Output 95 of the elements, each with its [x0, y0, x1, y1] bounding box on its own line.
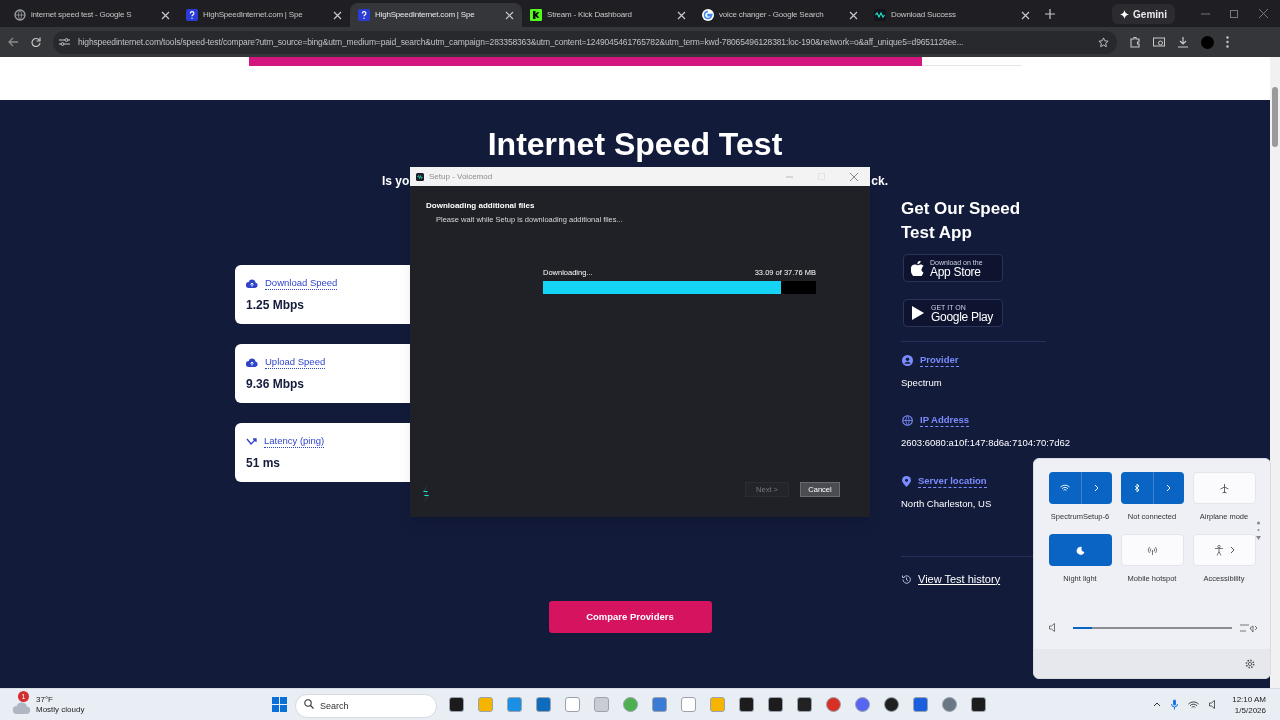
metric-label[interactable]: Download Speed: [265, 277, 338, 290]
subtitle-fragment: Is yo: [382, 173, 410, 190]
badge-store-name: Google Play: [931, 310, 994, 323]
scrollbar[interactable]: [1270, 57, 1280, 688]
wifi-icon: [1059, 484, 1070, 492]
hotspot-icon: [1146, 545, 1158, 555]
location-pin-icon: [902, 475, 911, 487]
cloud-upload-icon: [246, 358, 258, 367]
badge-store-name: App Store: [930, 265, 981, 278]
apple-logo-icon: [911, 260, 924, 276]
metric-value: 51 ms: [246, 455, 282, 472]
ring-logo-icon: [702, 9, 714, 21]
compare-providers-button[interactable]: Compare Providers: [548, 601, 712, 634]
question-icon: [358, 9, 370, 21]
menu-icon[interactable]: [1226, 36, 1229, 48]
site-settings-icon[interactable]: [59, 37, 70, 47]
bluetooth-icon: [1133, 483, 1140, 493]
square-app-icon[interactable]: [797, 697, 812, 712]
reload-icon[interactable]: [31, 37, 41, 47]
app-icon: [416, 172, 424, 181]
app-heading: Get Our Speed Test App: [901, 198, 1022, 244]
detail-value: North Charleston, US: [901, 496, 993, 511]
wifi-icon[interactable]: [1188, 700, 1200, 709]
url-text: highspeedinternet.com/tools/speed-test/compare?utm_source=bing&utm_medium=paid_search&utm_campaign=283358363&utm_content=1249045461765782&utm_term=kwd-78065496128381:loc-190&network=o&aff_unique5=d9651126ee...: [78, 35, 965, 49]
globe-icon: [902, 415, 913, 427]
quick-settings-tile[interactable]: [1120, 472, 1184, 504]
browser-tab[interactable]: internet speed test - Google S: [6, 3, 178, 27]
zigzag-arrow-icon: [246, 437, 257, 446]
sparkle-icon: [1120, 9, 1130, 19]
airplane-icon: [1218, 482, 1230, 494]
quick-settings-tile[interactable]: [1048, 472, 1112, 504]
logo-icon: [530, 9, 542, 21]
quick-settings-tile[interactable]: [1048, 534, 1112, 567]
new-tab-icon[interactable]: [1045, 9, 1055, 19]
taskbar-search-field[interactable]: Search: [295, 693, 437, 718]
star-icon[interactable]: [1098, 36, 1109, 48]
wave-icon: [874, 9, 886, 21]
browser-tab[interactable]: Download Success: [866, 3, 1038, 27]
chevron-right-icon[interactable]: [1229, 546, 1235, 555]
quick-settings-tile[interactable]: [1192, 534, 1256, 567]
user-icon: [902, 355, 913, 366]
detail-label: Server location: [918, 474, 987, 488]
subtitle-fragment: ck.: [871, 173, 889, 190]
browser-tab[interactable]: voice changer - Google Search: [694, 3, 866, 27]
dialog-heading: Downloading additional files: [426, 200, 536, 212]
chevron-up-icon[interactable]: [1153, 702, 1162, 707]
quick-settings-tile[interactable]: [1120, 534, 1184, 567]
windows-start-icon[interactable]: [272, 697, 287, 712]
metric-value: 1.25 Mbps: [246, 297, 306, 314]
audio-output-icon[interactable]: [1240, 622, 1258, 633]
volume-slider[interactable]: [1073, 626, 1232, 629]
weather-temperature: 37°F: [36, 694, 54, 705]
detail-label: Provider: [920, 354, 959, 367]
clock-time[interactable]: 12:10 AM: [1232, 693, 1266, 705]
globe-icon: [14, 9, 26, 21]
close-icon[interactable]: [849, 10, 858, 20]
download-icon[interactable]: [1177, 36, 1189, 48]
search-icon: [304, 698, 314, 709]
screen-search-icon[interactable]: [1153, 36, 1165, 48]
weather-condition: Mostly cloudy: [36, 704, 85, 715]
page-title: Internet Speed Test: [487, 125, 783, 164]
lightning-logo-icon: [422, 485, 430, 503]
extensions-icon[interactable]: [1129, 36, 1141, 48]
close-icon[interactable]: [677, 10, 686, 20]
metric-label[interactable]: Latency (ping): [264, 435, 325, 448]
accessibility-icon: [1213, 544, 1224, 556]
assistant-button[interactable]: Gemini: [1112, 4, 1175, 24]
settings-icon[interactable]: [1245, 658, 1255, 669]
quick-settings-tile[interactable]: [1192, 472, 1256, 504]
dialog-title: Setup - Voicemod: [429, 170, 494, 183]
detail-value: Spectrum: [901, 376, 943, 390]
restore-icon[interactable]: [1230, 9, 1239, 18]
metric-label[interactable]: Upload Speed: [265, 356, 326, 369]
play-triangle-icon: [911, 305, 925, 321]
detail-label: IP Address: [920, 414, 970, 428]
round-app-icon[interactable]: [884, 697, 899, 712]
address-bar[interactable]: [53, 30, 1117, 54]
question-icon: [186, 9, 198, 21]
back-icon[interactable]: [8, 37, 19, 47]
cloud-upload-icon: [246, 279, 258, 288]
close-icon[interactable]: [505, 10, 514, 20]
close-icon[interactable]: [333, 10, 342, 20]
browser-tab[interactable]: Stream - Kick Dashboard: [522, 3, 694, 27]
close-icon[interactable]: [1021, 10, 1030, 20]
moon-icon: [1075, 545, 1085, 555]
history-link[interactable]: View Test history: [918, 570, 1001, 588]
history-icon: [901, 573, 912, 585]
browser-tab[interactable]: HighSpeedInternet.com | Spe: [350, 3, 522, 27]
speaker-icon[interactable]: [1049, 623, 1057, 632]
clock-date[interactable]: 1/5/2026: [1234, 704, 1266, 716]
browser-tab[interactable]: HighSpeedInternet.com | Spe: [178, 3, 350, 27]
metric-value: 9.36 Mbps: [246, 376, 306, 393]
close-icon[interactable]: [161, 10, 170, 20]
detail-value: 2603:6080:a10f:147:8d6a:7104:70:7d62: [901, 436, 1072, 451]
microphone-icon[interactable]: [1171, 699, 1179, 710]
